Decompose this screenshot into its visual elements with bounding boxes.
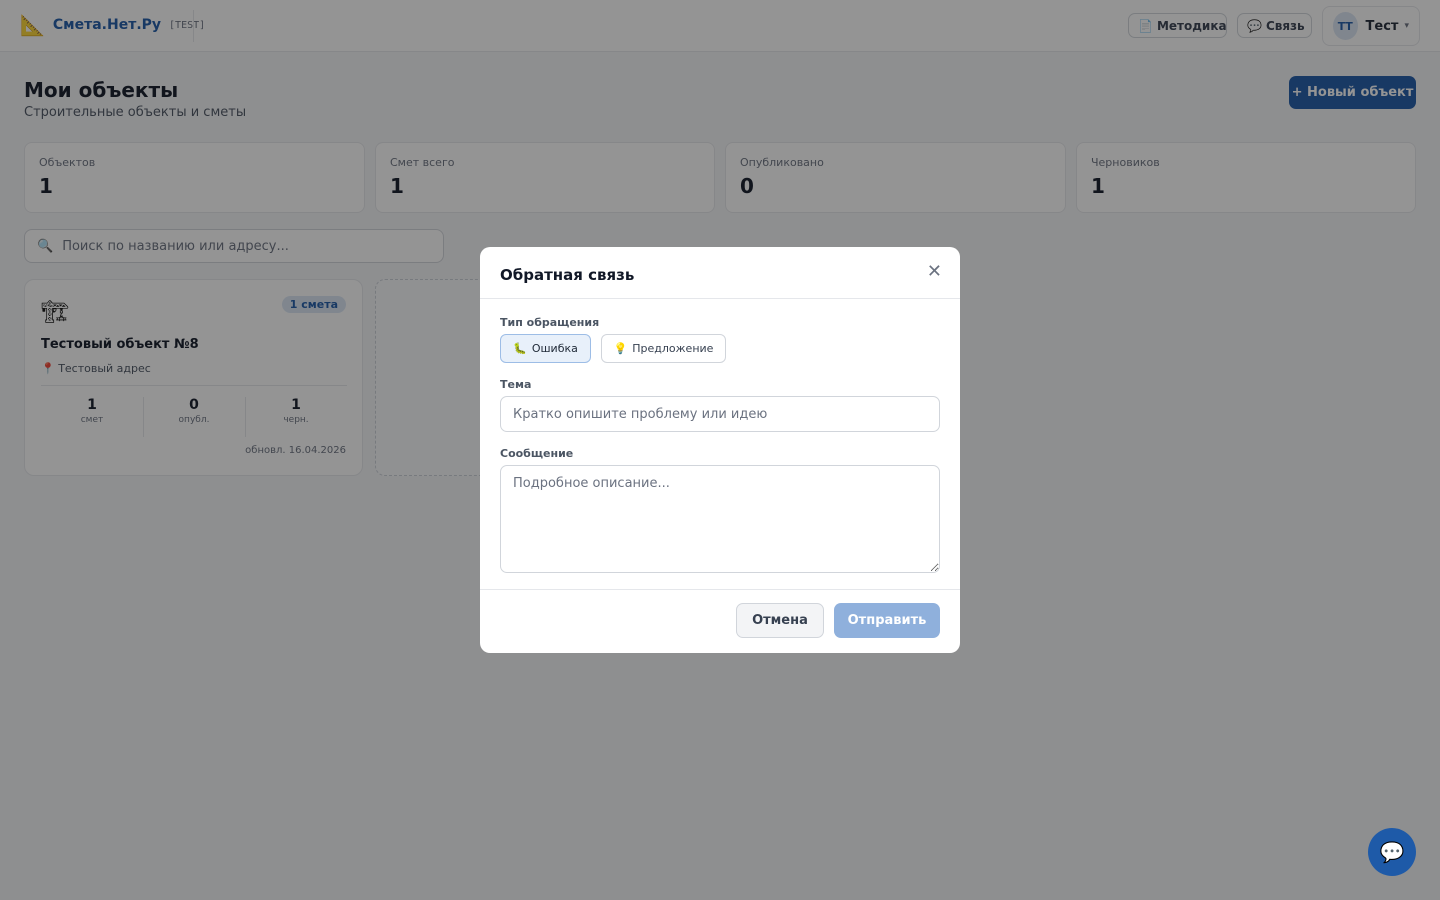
- feedback-modal: Обратная связь ✕ Тип обращения 🐛 Ошибка …: [480, 247, 960, 653]
- type-option-label: Предложение: [632, 342, 714, 355]
- type-label: Тип обращения: [500, 316, 600, 329]
- submit-button[interactable]: Отправить: [834, 603, 940, 638]
- close-icon[interactable]: ✕: [927, 262, 942, 282]
- type-option-label: Ошибка: [531, 342, 578, 355]
- type-option-error[interactable]: 🐛 Ошибка: [500, 334, 591, 363]
- chat-icon[interactable]: 💬: [1368, 828, 1416, 876]
- bug-icon: 🐛: [513, 342, 527, 355]
- topic-input[interactable]: [500, 396, 940, 432]
- cancel-button[interactable]: Отмена: [736, 603, 824, 638]
- message-label: Сообщение: [500, 447, 574, 460]
- type-option-suggestion[interactable]: 💡 Предложение: [601, 334, 726, 363]
- modal-header: Обратная связь ✕: [480, 247, 960, 299]
- message-textarea[interactable]: [500, 465, 940, 573]
- modal-title: Обратная связь: [500, 266, 635, 284]
- modal-footer: Отмена Отправить: [480, 589, 960, 653]
- light-bulb-icon: 💡: [613, 342, 628, 355]
- topic-label: Тема: [500, 378, 532, 391]
